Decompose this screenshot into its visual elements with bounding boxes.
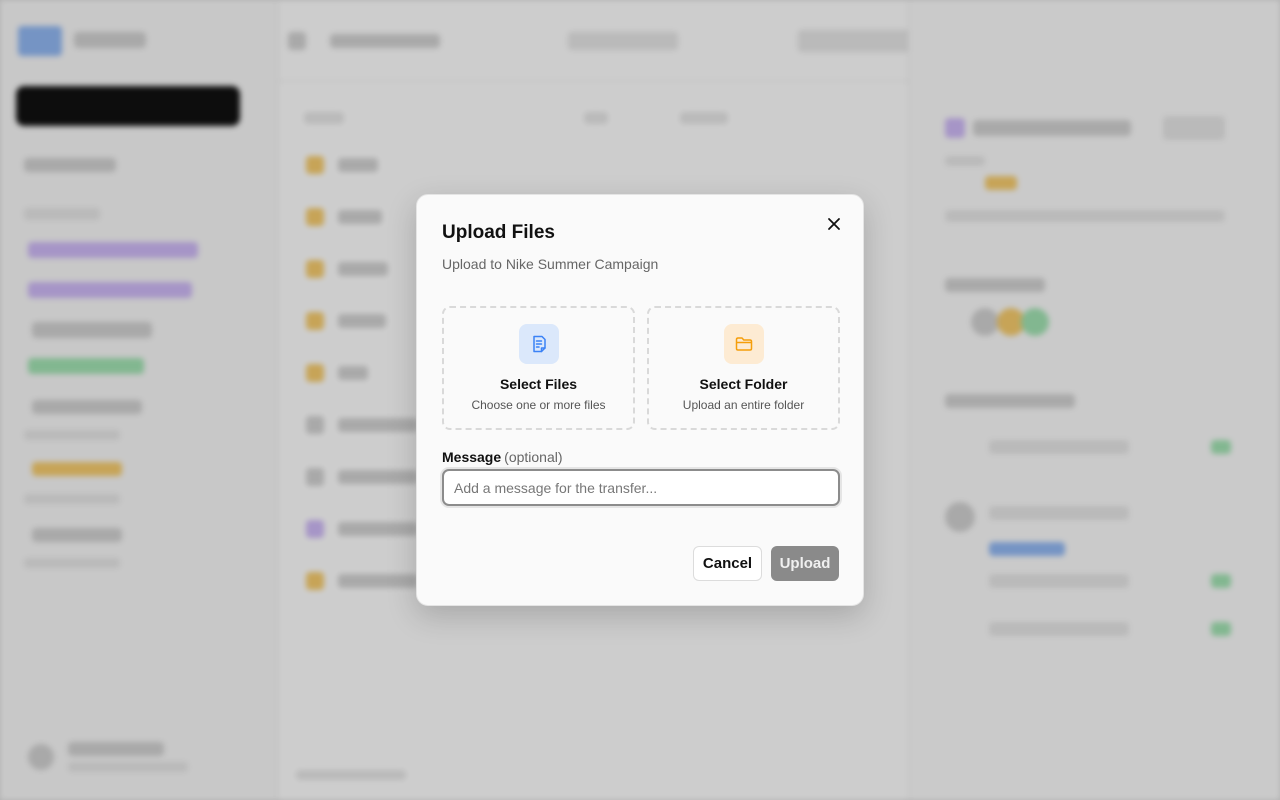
cancel-button[interactable]: Cancel: [693, 546, 762, 581]
close-button[interactable]: [823, 215, 845, 237]
message-optional-hint: (optional): [504, 449, 563, 465]
select-folder-button[interactable]: Select Folder Upload an entire folder: [647, 306, 840, 430]
dialog-title: Upload Files: [442, 222, 555, 243]
select-files-description: Choose one or more files: [471, 398, 606, 412]
message-label-text: Message: [442, 449, 502, 465]
upload-button[interactable]: Upload: [771, 546, 839, 581]
select-folder-description: Upload an entire folder: [682, 398, 805, 412]
folder-icon: [723, 324, 764, 364]
select-files-button[interactable]: Select Files Choose one or more files: [442, 306, 635, 430]
message-label: Message (optional): [442, 449, 563, 465]
dialog-subtitle: Upload to Nike Summer Campaign: [442, 256, 659, 272]
file-icon: [518, 324, 559, 364]
close-icon: [827, 217, 841, 236]
select-files-title: Select Files: [499, 376, 578, 392]
message-input[interactable]: [442, 469, 840, 506]
select-folder-title: Select Folder: [699, 376, 788, 392]
upload-dialog: Upload Files Upload to Nike Summer Campa…: [416, 194, 864, 606]
